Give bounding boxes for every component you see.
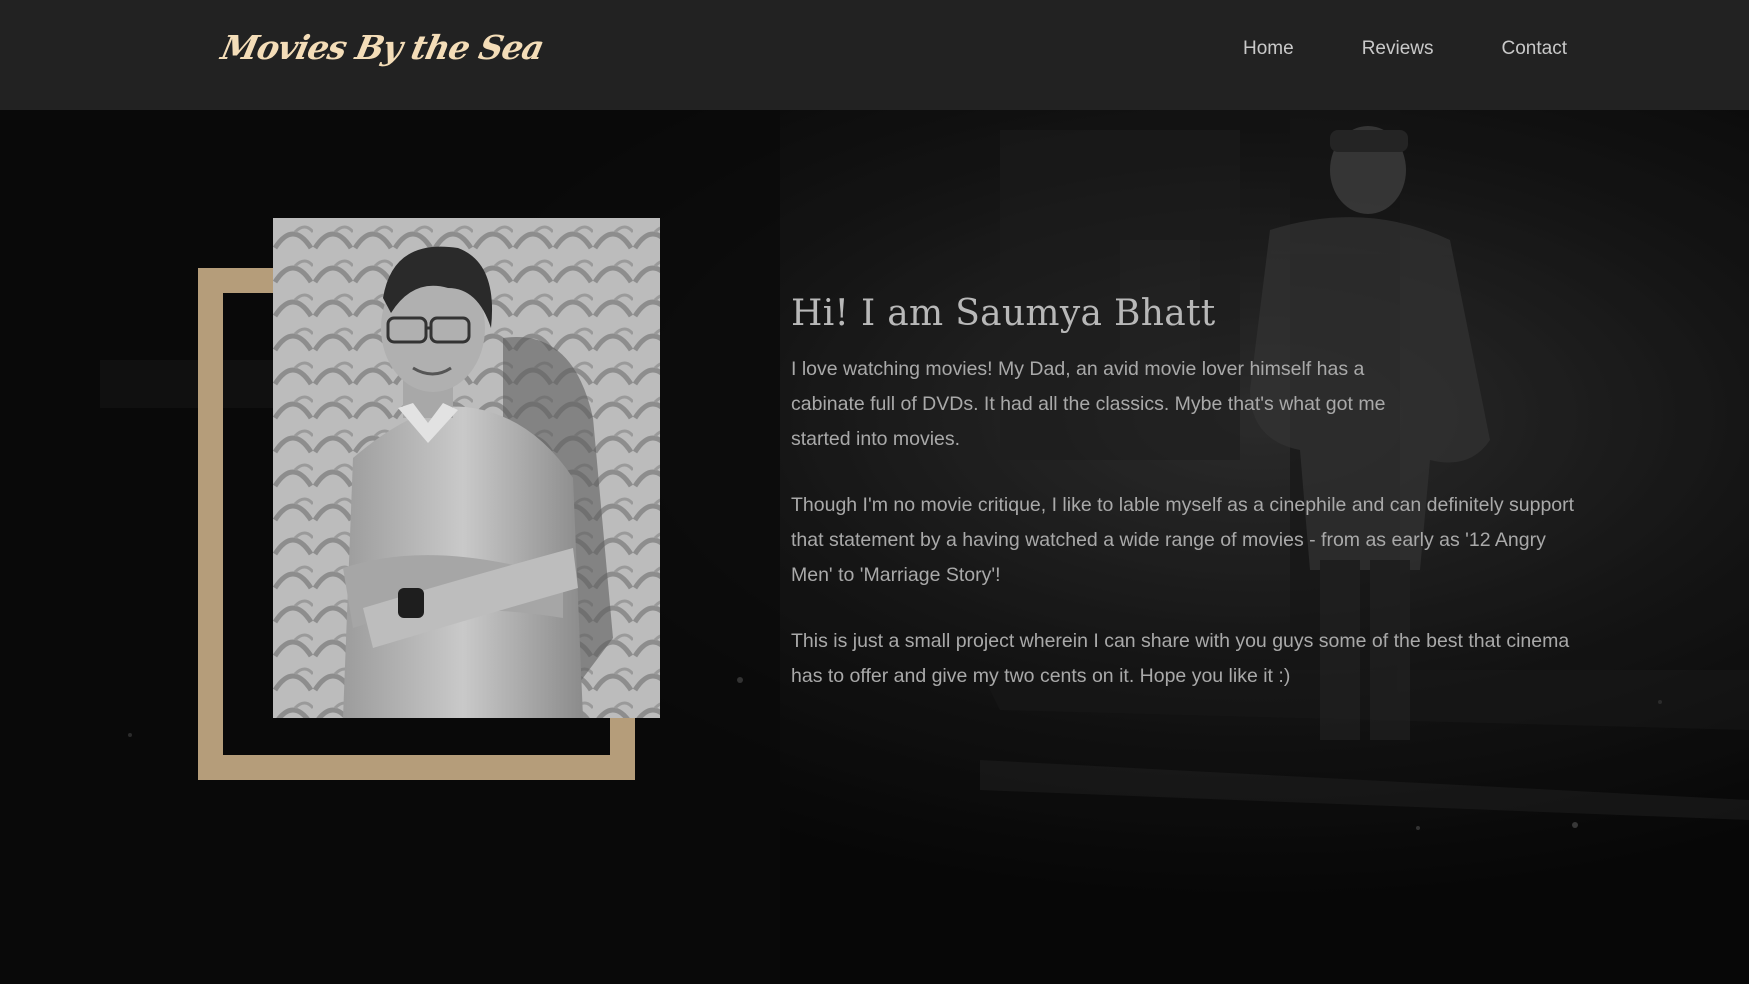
nav-link-reviews[interactable]: Reviews: [1362, 38, 1434, 60]
nav-menu: Home Reviews Contact: [1175, 38, 1567, 60]
about-section: Hi! I am Saumya Bhatt I love watching mo…: [0, 110, 1749, 984]
site-logo[interactable]: Movies By the Sea: [218, 28, 547, 67]
about-paragraph-1: I love watching movies! My Dad, an avid …: [791, 358, 1386, 450]
about-paragraph-2: Though I'm no movie critique, I like to …: [791, 494, 1575, 586]
about-content: Hi! I am Saumya Bhatt I love watching mo…: [791, 293, 1591, 725]
nav-link-contact[interactable]: Contact: [1502, 38, 1567, 60]
nav-link-home[interactable]: Home: [1243, 38, 1294, 60]
navbar: Movies By the Sea Home Reviews Contact: [0, 0, 1749, 110]
profile-photo: [273, 218, 660, 718]
about-heading: Hi! I am Saumya Bhatt: [791, 293, 1216, 334]
about-paragraph-3: This is just a small project wherein I c…: [791, 630, 1570, 687]
